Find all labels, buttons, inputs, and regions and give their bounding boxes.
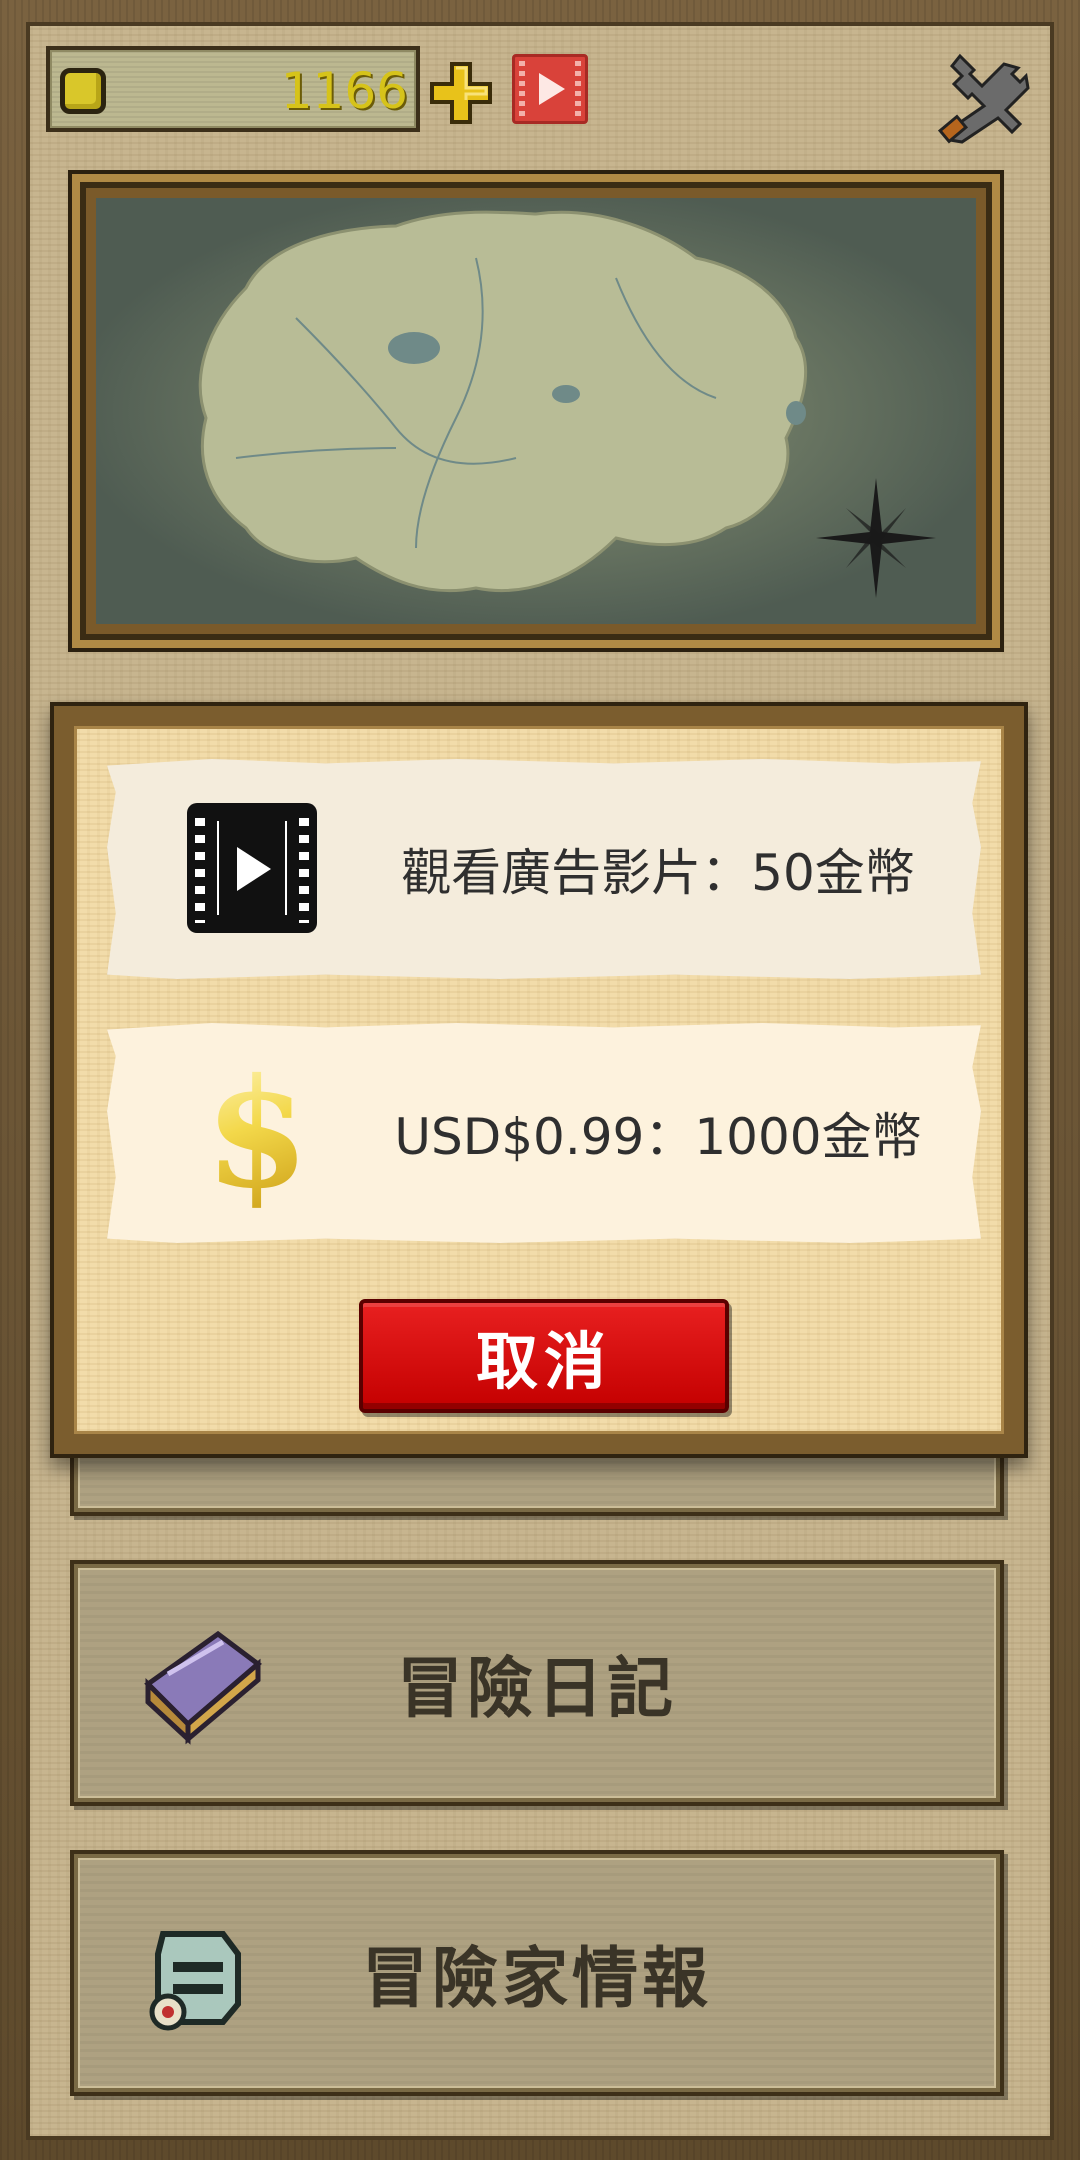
cancel-button[interactable]: 取消: [359, 1299, 729, 1413]
world-map[interactable]: [96, 198, 976, 624]
film-holes-right: [299, 813, 309, 923]
coin-value: 1166: [280, 62, 408, 120]
watch-ad-option[interactable]: 觀看廣告影片：50金幣: [107, 759, 981, 979]
island-map-graphic: [198, 210, 936, 598]
purchase-option-label: USD$0.99：1000金幣: [394, 1108, 922, 1166]
film-holes-left: [195, 813, 205, 923]
coin-counter: 1166: [46, 46, 420, 132]
buy-coins-dialog: 觀看廣告影片：50金幣 $ USD$0.99：1000金幣 取消: [50, 702, 1028, 1458]
dollar-icon: $: [187, 1059, 327, 1209]
world-map-frame: [68, 170, 1004, 652]
dialog-paper: 觀看廣告影片：50金幣 $ USD$0.99：1000金幣 取消: [74, 726, 1004, 1434]
plus-icon[interactable]: [428, 60, 494, 126]
coin-icon: [60, 68, 106, 114]
menu-item-journal-label: 冒險日記: [397, 1650, 677, 1727]
menu-item-adventurer-info-label: 冒險家情報: [362, 1940, 712, 2017]
menu-item-adventurer-info[interactable]: 冒險家情報: [70, 1850, 1004, 2096]
play-triangle-icon: [237, 847, 271, 891]
film-strip-right: [575, 61, 581, 117]
video-ad-icon: [539, 73, 565, 105]
film-play-icon: [187, 803, 317, 933]
tools-icon[interactable]: [932, 46, 1032, 146]
purchase-option[interactable]: $ USD$0.99：1000金幣: [107, 1023, 981, 1243]
video-ad-button[interactable]: [512, 54, 588, 124]
compass-icon: [816, 478, 936, 598]
film-strip-left: [519, 61, 525, 117]
menu-item-journal[interactable]: 冒險日記: [70, 1560, 1004, 1806]
watch-ad-option-label: 觀看廣告影片：50金幣: [401, 844, 915, 902]
